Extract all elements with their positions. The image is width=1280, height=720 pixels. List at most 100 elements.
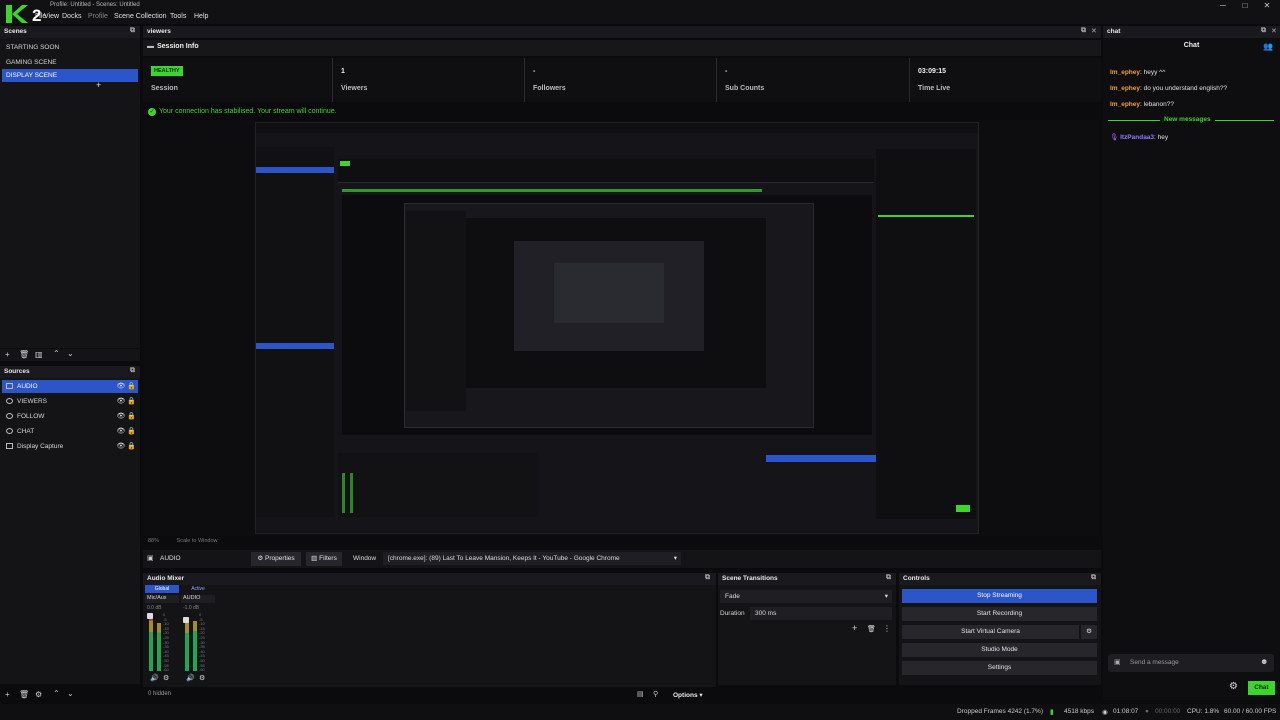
dock-float-icon[interactable]: ⧉ (1261, 27, 1266, 35)
transition-select[interactable]: Fade ▾ (720, 590, 892, 603)
chat-users-icon[interactable]: 👥 (1263, 42, 1273, 51)
title-bar: Profile: Untitled - Scenes: Untitled ─ □… (0, 0, 1280, 12)
cursor-crosshair-icon: + (96, 80, 102, 90)
source-settings-icon[interactable]: ⚙ (35, 690, 42, 699)
emoji-icon[interactable]: ☻ (1260, 657, 1268, 666)
close-icon[interactable]: ✕ (1260, 1, 1274, 10)
window-select[interactable]: [chrome.exe]: (89) Last To Leave Mansion… (383, 552, 681, 565)
chat-settings-icon[interactable]: ⚙ (1229, 681, 1238, 692)
source-item-follow[interactable]: FOLLOW 👁 🔒 (2, 410, 138, 423)
scenes-panel: STARTING SOON GAMING SCENE DISPLAY SCENE (0, 38, 140, 348)
dock-close-icon[interactable]: ✕ (1271, 27, 1277, 35)
source-item-display-capture[interactable]: Display Capture 👁 🔒 (2, 440, 138, 453)
visibility-lock-icons[interactable]: 👁 🔒 (116, 382, 136, 390)
dock-float-icon[interactable]: ⧉ (130, 367, 135, 375)
tab-global[interactable]: Global (145, 585, 179, 593)
scene-item-gaming[interactable]: GAMING SCENE (2, 56, 138, 69)
source-type-icon: ▣ (147, 555, 154, 562)
options-button[interactable]: Options ▾ (673, 691, 703, 699)
preview-area[interactable] (143, 120, 1101, 536)
dock-close-icon[interactable]: ✕ (1091, 27, 1097, 35)
stop-streaming-button[interactable]: Stop Streaming (902, 589, 1097, 603)
visibility-lock-icons[interactable]: 👁 🔒 (116, 397, 136, 405)
dock-float-icon[interactable]: ⧉ (130, 27, 135, 35)
stat-followers: - Followers (525, 58, 717, 102)
visibility-lock-icons[interactable]: 👁 🔒 (116, 412, 136, 420)
start-recording-button[interactable]: Start Recording (902, 607, 1097, 621)
mic-meter (149, 615, 153, 671)
dock-float-icon[interactable]: ⧉ (1091, 574, 1096, 582)
chevron-down-icon: ▾ (884, 593, 888, 600)
mic-settings-icon[interactable]: ⚙ (163, 674, 169, 682)
audio-db: -1.0 dB (183, 605, 200, 611)
tab-active[interactable]: Active (181, 585, 215, 593)
channel-mic-aux[interactable]: Mic/Aux (145, 595, 179, 603)
properties-button[interactable]: ⚙ Properties (251, 552, 301, 566)
transitions-header: Scene Transitions ⧉ (718, 573, 896, 585)
add-source-icon[interactable]: + (5, 690, 10, 699)
menu-scene-collection[interactable]: Scene Collection (114, 13, 167, 20)
chat-emote-icon[interactable]: ▣ (1114, 658, 1121, 666)
settings-button[interactable]: Settings (902, 661, 1097, 675)
live-icon: ◉ (1102, 709, 1108, 716)
more-options-icon[interactable]: ⋮ (883, 624, 891, 633)
minimize-icon[interactable]: ─ (1216, 1, 1230, 10)
scene-item-display[interactable]: DISPLAY SCENE (2, 69, 138, 82)
source-item-chat[interactable]: CHAT 👁 🔒 (2, 425, 138, 438)
source-name: AUDIO (160, 555, 181, 562)
chat-input[interactable]: ▣ Send a message ☻ (1108, 654, 1274, 672)
preview-canvas[interactable] (255, 122, 979, 534)
status-bar: Dropped Frames 4242 (1.7%) ▮ 4518 kbps ◉… (0, 704, 1280, 720)
visibility-lock-icons[interactable]: 👁 🔒 (116, 442, 136, 450)
audio-mute-icon[interactable]: 🔊 (186, 674, 195, 682)
audio-meter (185, 617, 189, 671)
audio-mixer-header: Audio Mixer ⧉ (143, 573, 716, 585)
session-info-title: Session Info (157, 43, 199, 50)
move-up-icon[interactable]: ⌃ (53, 689, 60, 698)
menu-profile[interactable]: Profile (88, 13, 108, 20)
stat-sub-counts: - Sub Counts (717, 58, 910, 102)
remove-transition-icon[interactable]: 🗑 (867, 625, 876, 633)
remove-scene-icon[interactable]: 🗑 (19, 350, 29, 359)
browser-source-icon (6, 413, 13, 419)
remove-source-icon[interactable]: 🗑 (19, 690, 29, 699)
move-down-icon[interactable]: ⌄ (67, 689, 74, 698)
scene-filter-icon[interactable]: ▥ (35, 350, 43, 359)
start-virtual-camera-button[interactable]: Start Virtual Camera (902, 625, 1079, 639)
menu-help[interactable]: Help (194, 13, 208, 20)
mic-mute-icon[interactable]: 🔊 (150, 674, 159, 682)
collapse-icon[interactable]: ▬ (147, 43, 154, 50)
scale-mode[interactable]: Scale to Window (177, 538, 218, 544)
scene-item-starting-soon[interactable]: STARTING SOON (2, 41, 138, 54)
mic-fader-handle[interactable] (147, 613, 153, 619)
zoom-value[interactable]: 88% (148, 538, 159, 544)
source-item-viewers[interactable]: VIEWERS 👁 🔒 (2, 395, 138, 408)
duration-input[interactable]: 300 ms (750, 607, 892, 620)
move-down-icon[interactable]: ⌄ (67, 349, 74, 358)
menu-tools[interactable]: Tools (170, 13, 186, 20)
studio-mode-button[interactable]: Studio Mode (902, 643, 1097, 657)
source-item-audio[interactable]: AUDIO 👁 🔒 (2, 380, 138, 393)
sources-header: Sources ⧉ (0, 366, 140, 378)
mixer-layout-icon[interactable]: ▤ (637, 690, 644, 698)
dock-float-icon[interactable]: ⧉ (886, 574, 891, 582)
connection-notice: ✓ Your connection has stabilised. Your st… (148, 108, 337, 116)
dock-float-icon[interactable]: ⧉ (705, 574, 710, 582)
audio-fader-handle[interactable] (183, 617, 189, 623)
channel-audio[interactable]: AUDIO (181, 595, 215, 603)
dock-float-icon[interactable]: ⧉ (1081, 27, 1086, 35)
maximize-icon[interactable]: □ (1238, 1, 1252, 10)
menu-docks[interactable]: Docks (62, 13, 81, 20)
chat-send-button[interactable]: Chat (1248, 681, 1275, 695)
add-scene-icon[interactable]: + (5, 350, 10, 359)
filters-button[interactable]: ▥ Filters (306, 552, 342, 566)
audio-settings-icon[interactable]: ⚙ (199, 674, 205, 682)
add-transition-icon[interactable]: + (852, 623, 857, 633)
mixer-link-icon[interactable]: ⚲ (653, 690, 658, 698)
k2-logo: 2 (6, 5, 41, 24)
scenes-toolbar: + 🗑 ▥ ⌃ ⌄ (0, 349, 140, 361)
move-up-icon[interactable]: ⌃ (53, 349, 60, 358)
stat-time-live: 03:09:15 Time Live (918, 68, 951, 92)
visibility-lock-icons[interactable]: 👁 🔒 (116, 427, 136, 435)
virtual-camera-settings-icon[interactable]: ⚙ (1081, 625, 1097, 639)
